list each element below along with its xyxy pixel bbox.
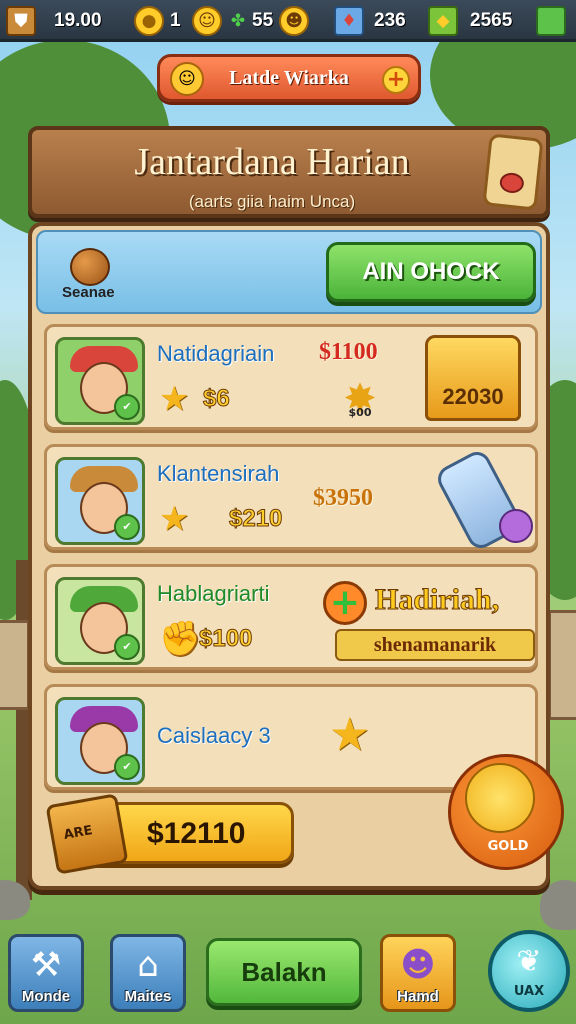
quest-scroll-icon[interactable] <box>482 133 544 211</box>
avatar: ✔ <box>55 337 145 425</box>
burst-icon: ✸ $00 <box>331 379 389 423</box>
plus-icon: + <box>323 581 367 625</box>
season-coin-icon <box>70 248 110 286</box>
gift-box-icon: ♦ <box>334 6 364 36</box>
nav-tile-monde[interactable]: ⚒ Monde <box>8 934 84 1012</box>
smiley-face-icon: ☺ <box>170 62 204 96</box>
resource-gem[interactable]: ◆ 2565 <box>428 6 512 36</box>
nav-tile-label: Monde <box>21 988 71 1005</box>
resource-clover-value: 55 <box>252 10 274 31</box>
page-subtitle: (aarts giia haim Unca) <box>188 192 356 211</box>
reward-row[interactable]: ✔ Klantensirah $3950 ★ $210 <box>44 444 538 553</box>
gold-coin-icon: ● <box>134 6 164 36</box>
resource-clover[interactable]: ☺ ✤ 55 ☻ <box>192 6 310 36</box>
reward-row[interactable]: ✔ Natidagriain $1100 ★ $6 ✸ $00 22030 <box>44 324 538 430</box>
house-icon: ⌂ <box>137 945 159 985</box>
event-banner-button[interactable]: ☺ Latde Wiarka + <box>157 54 421 102</box>
row-name: Natidagriain <box>157 341 275 366</box>
row-name: Caislaacy 3 <box>157 723 271 748</box>
resource-gift-value: 236 <box>374 10 406 31</box>
level-badge-icon: ✔ <box>114 634 140 660</box>
chest-label: ARE <box>62 823 94 843</box>
clover-icon: ✤ <box>230 11 246 31</box>
chest-claim-button[interactable]: ARE $12110 <box>45 793 294 875</box>
avatar: ✔ <box>55 457 145 545</box>
special-reward-subtitle: shenamanarik <box>335 629 535 661</box>
star-icon: ★ <box>159 379 190 419</box>
resource-gem-value: 2565 <box>470 10 513 31</box>
shield-icon: ⛊ <box>6 6 36 36</box>
sun-icon <box>465 763 535 833</box>
gauntlet-icon: ✊ <box>159 619 202 659</box>
resource-coin[interactable]: ● 1 <box>134 6 181 36</box>
resource-coin-value: 1 <box>170 10 181 31</box>
chat-button[interactable]: ❦ UAX <box>488 930 570 1012</box>
rewards-panel: Seanae AIN OHOCK ✔ Natidagriain $1100 ★ … <box>28 222 564 890</box>
chat-label: UAX <box>513 984 545 999</box>
star-icon: ★ <box>159 499 190 539</box>
row-price: $1100 <box>319 339 378 365</box>
orb-icon <box>499 509 533 543</box>
panel-header: Seanae AIN OHOCK <box>36 230 542 314</box>
row-price: $3950 <box>313 485 373 511</box>
resource-gift[interactable]: ♦ 236 <box>334 6 406 36</box>
row-mini-value: $100 <box>198 625 253 653</box>
nav-tile-maites[interactable]: ⌂ Maites <box>110 934 186 1012</box>
plus-icon: + <box>382 66 410 94</box>
page-title: Jantardana Harian <box>134 141 410 183</box>
reward-row[interactable]: ✔ Hablagriarti ✊ $100 + Hadiriah, shenam… <box>44 564 538 670</box>
character-icon: ☻ <box>400 945 436 985</box>
orb-value: GOLD <box>487 839 529 854</box>
chat-bubble-icon: ❦ <box>516 944 542 979</box>
sun-orb-button[interactable]: GOLD <box>448 754 564 870</box>
burst-label: $00 <box>348 406 372 419</box>
row-mini-value: $210 <box>228 505 283 533</box>
season-badge[interactable]: Seanae <box>62 246 152 308</box>
nav-tile-label: Hamd <box>397 988 439 1005</box>
resource-shield[interactable]: ⛊ 19.00 <box>6 6 102 36</box>
avatar: ✔ <box>55 577 145 665</box>
face-token-icon: ☺ <box>192 6 222 36</box>
nav-tile-hamd[interactable]: ☻ Hamd <box>380 934 456 1012</box>
gem-icon: ◆ <box>428 6 458 36</box>
resource-bar: ⛊ 19.00 ● 1 ☺ ✤ 55 ☻ ♦ 236 ◆ 2565 <box>0 0 576 42</box>
special-reward-title: Hadiriah, <box>374 583 500 617</box>
avatar: ✔ <box>55 697 145 785</box>
event-banner-title: Latde Wiarka <box>229 66 349 89</box>
special-reward[interactable]: + Hadiriah, shenamanarik <box>323 575 537 665</box>
unlock-button[interactable]: AIN OHOCK <box>326 242 536 302</box>
reward-value: 22030 <box>442 384 504 409</box>
level-badge-icon: ✔ <box>114 394 140 420</box>
season-label: Seanae <box>62 284 115 301</box>
hammer-icon: ⚒ <box>30 945 62 985</box>
smiley-coin-icon: ☻ <box>279 6 310 36</box>
resource-shield-value: 19.00 <box>54 10 102 31</box>
nav-tile-label: Maites <box>124 988 172 1005</box>
plus-square-icon <box>536 6 566 36</box>
row-name: Klantensirah <box>157 461 280 486</box>
star-icon: ★ <box>329 707 371 761</box>
chest-value: $12110 <box>147 817 246 850</box>
row-name: Hablagriarti <box>157 581 270 606</box>
row-mini-value: $6 <box>203 385 231 413</box>
add-resource-button[interactable] <box>536 6 566 36</box>
crown-chest-icon[interactable]: 22030 <box>425 335 521 421</box>
level-badge-icon: ✔ <box>114 514 140 540</box>
header-plank: Jantardana Harian (aarts giia haim Unca) <box>28 126 550 218</box>
back-button[interactable]: Balakn <box>206 938 362 1006</box>
level-badge-icon: ✔ <box>114 754 140 780</box>
treasure-chest-icon: ARE <box>45 793 129 875</box>
